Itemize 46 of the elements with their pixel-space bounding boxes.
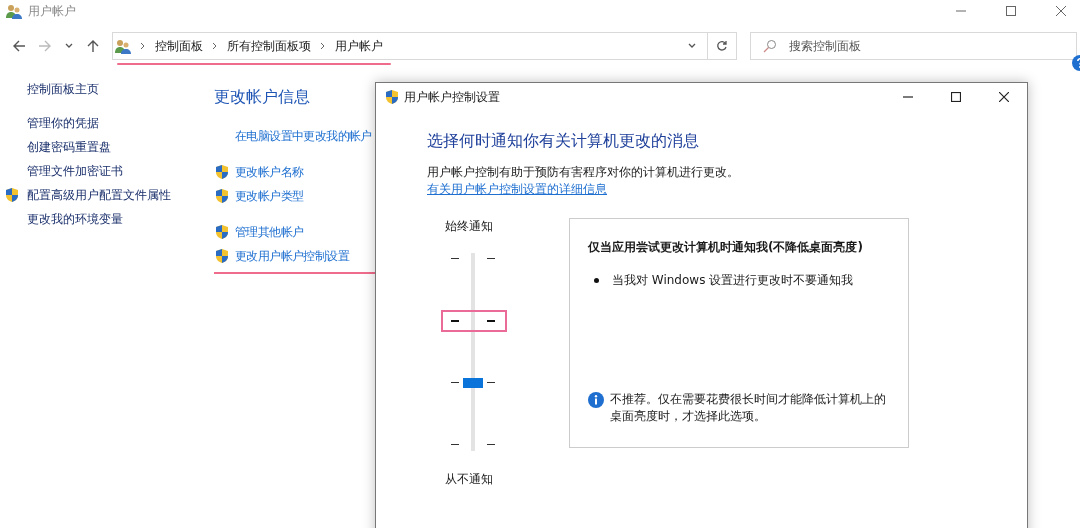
note-text: 不推荐。仅在需要花费很长时间才能降低计算机上的桌面亮度时，才选择此选项。 bbox=[610, 391, 887, 425]
setting-title: 仅当应用尝试更改计算机时通知我(不降低桌面亮度) bbox=[588, 239, 864, 256]
task-link[interactable]: 更改帐户名称 bbox=[235, 164, 304, 180]
refresh-icon bbox=[716, 40, 728, 52]
tick-mark bbox=[487, 320, 495, 322]
section-heading: 更改帐户信息 bbox=[214, 87, 311, 108]
search-icon bbox=[763, 39, 777, 53]
shield-icon bbox=[384, 89, 400, 105]
breadcrumb[interactable]: 用户帐户 bbox=[335, 37, 383, 55]
back-arrow-icon[interactable] bbox=[12, 39, 26, 53]
bullet-icon bbox=[594, 278, 599, 283]
task-link[interactable]: 更改用户帐户控制设置 bbox=[235, 248, 349, 264]
close-icon[interactable] bbox=[999, 92, 1009, 102]
breadcrumb[interactable]: 控制面板 bbox=[155, 37, 203, 55]
window-title: 用户帐户 bbox=[28, 2, 76, 20]
chevron-right-icon bbox=[320, 42, 326, 50]
chevron-right-icon bbox=[212, 42, 218, 50]
dialog-heading: 选择何时通知你有关计算机更改的消息 bbox=[427, 131, 700, 152]
sidebar-link[interactable]: 控制面板主页 bbox=[27, 80, 99, 98]
tick-mark bbox=[487, 444, 495, 445]
info-icon bbox=[588, 392, 604, 408]
tick-mark bbox=[487, 258, 495, 259]
task-link[interactable]: 在电脑设置中更改我的帐户 bbox=[235, 128, 372, 144]
sidebar-link[interactable]: 创建密码重置盘 bbox=[27, 138, 111, 156]
sidebar-link[interactable]: 更改我的环境变量 bbox=[27, 210, 123, 228]
slider-bottom-label: 从不通知 bbox=[445, 471, 493, 488]
users-icon bbox=[115, 38, 131, 54]
search-field[interactable]: 搜索控制面板 bbox=[750, 32, 1077, 60]
dialog-title: 用户帐户控制设置 bbox=[404, 88, 500, 106]
sidebar-link[interactable]: 配置高级用户配置文件属性 bbox=[27, 186, 171, 204]
sidebar-link[interactable]: 管理文件加密证书 bbox=[27, 162, 123, 180]
task-link[interactable]: 管理其他帐户 bbox=[235, 224, 304, 240]
chevron-right-icon bbox=[140, 42, 146, 50]
sidebar-link[interactable]: 管理你的凭据 bbox=[27, 114, 99, 132]
description-text: 用户帐户控制有助于预防有害程序对你的计算机进行更改。 bbox=[427, 164, 740, 181]
slider-thumb[interactable] bbox=[463, 378, 483, 389]
details-link[interactable]: 有关用户帐户控制设置的详细信息 bbox=[427, 181, 607, 198]
breadcrumb[interactable]: 所有控制面板项 bbox=[227, 37, 311, 55]
up-arrow-icon[interactable] bbox=[86, 39, 100, 53]
slider-top-label: 始终通知 bbox=[445, 218, 493, 235]
maximize-icon[interactable] bbox=[951, 92, 961, 102]
bullet-text: 当我对 Windows 设置进行更改时不要通知我 bbox=[612, 272, 854, 289]
tick-mark bbox=[451, 320, 459, 322]
task-link[interactable]: 更改帐户类型 bbox=[235, 188, 304, 204]
users-icon bbox=[6, 3, 22, 19]
tick-mark bbox=[487, 382, 495, 383]
